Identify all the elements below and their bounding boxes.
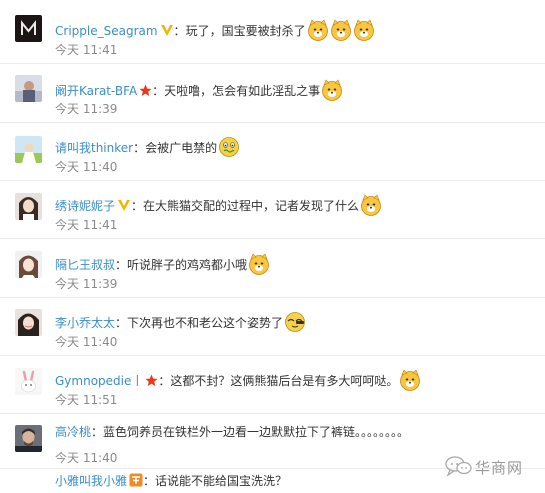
username-link[interactable]: Gymnopedie丨 [55, 374, 143, 388]
divider [0, 180, 545, 181]
comment-text: 玩了，国宝要被封杀了 [185, 24, 306, 38]
colon-separator: ： [115, 316, 128, 330]
divider [0, 297, 545, 298]
doge-emoji-icon [307, 19, 329, 41]
comment-text: 天啦噜，怎会有如此淫乱之事 [164, 84, 321, 98]
watermark-text: 华商网 [475, 459, 524, 477]
level-badge-icon [129, 473, 143, 487]
avatar[interactable] [15, 75, 42, 102]
comment-text: 蓝色饲养员在铁栏外一边看一边默默拉下了裤链。。。。。。。。 [103, 425, 410, 439]
avatar[interactable] [15, 309, 42, 336]
comment-time: 今天 11:41 [55, 43, 118, 57]
comment-text: 在大熊猫交配的过程中，记者发现了什么 [143, 199, 360, 213]
comment-time: 今天 11:40 [55, 160, 118, 174]
comment-text: 会被广电禁的 [145, 141, 218, 155]
avatar[interactable] [15, 368, 42, 395]
comment-time: 今天 11:39 [55, 277, 118, 291]
avatar[interactable] [15, 15, 42, 42]
shy-face-emoji-icon [284, 311, 306, 333]
comment-time: 今天 11:40 [55, 335, 118, 349]
doge-emoji-icon [321, 79, 343, 101]
comment-text: 听说胖子的鸡鸡都小哦 [127, 258, 248, 272]
divider [0, 63, 545, 64]
username-link[interactable]: 高冷桃 [55, 425, 91, 439]
verified-v-icon [117, 199, 131, 212]
sick-face-emoji-icon [218, 136, 240, 158]
comment-time: 今天 11:40 [55, 451, 118, 465]
avatar[interactable] [15, 251, 42, 278]
avatar[interactable] [15, 193, 42, 220]
avatar[interactable] [15, 425, 42, 452]
username-link[interactable]: 绣诗妮妮子 [55, 199, 115, 213]
colon-separator: ： [158, 374, 171, 388]
username-link[interactable]: 请叫我thinker [55, 141, 133, 155]
username-link[interactable]: 阚开Karat-BFA [55, 84, 137, 98]
cropped-previous-line: ▀▀▀ ▀▀▀ [0, 0, 545, 4]
colon-separator: ： [91, 425, 104, 439]
comment-time: 今天 11:39 [55, 102, 118, 116]
divider [0, 122, 545, 123]
doge-emoji-icon [248, 253, 270, 275]
username-link[interactable]: 小雅叫我小雅 [55, 474, 127, 488]
comment-text: 下次再也不和老公这个姿势了 [127, 316, 284, 330]
colon-separator: ： [143, 474, 156, 488]
username-link[interactable]: 李小乔太太 [55, 316, 115, 330]
colon-separator: ： [173, 24, 186, 38]
doge-emoji-icon [360, 194, 382, 216]
doge-emoji-icon [330, 19, 352, 41]
username-link[interactable]: 隔匕王叔叔 [55, 258, 115, 272]
comment-time: 今天 11:41 [55, 218, 118, 232]
comment-time: 今天 11:51 [55, 393, 118, 407]
chat-bubbles-icon [445, 455, 473, 480]
star-badge-icon [139, 84, 152, 97]
username-link[interactable]: Cripple_Seagram [55, 24, 158, 38]
divider [0, 355, 545, 356]
star-badge-icon [145, 374, 158, 387]
verified-v-icon [160, 24, 174, 37]
doge-emoji-icon [399, 369, 421, 391]
doge-emoji-icon [353, 19, 375, 41]
comment-text: 话说能不能给国宝洗洗？ [155, 474, 288, 488]
colon-separator: ： [133, 141, 146, 155]
colon-separator: ： [115, 258, 128, 272]
colon-separator: ： [152, 84, 165, 98]
divider [0, 413, 545, 414]
comment-text: 这都不封？这俩熊猫后台是有多大呵呵哒。 [170, 374, 399, 388]
avatar[interactable] [15, 136, 42, 163]
divider [0, 238, 545, 239]
colon-separator: ： [131, 199, 144, 213]
